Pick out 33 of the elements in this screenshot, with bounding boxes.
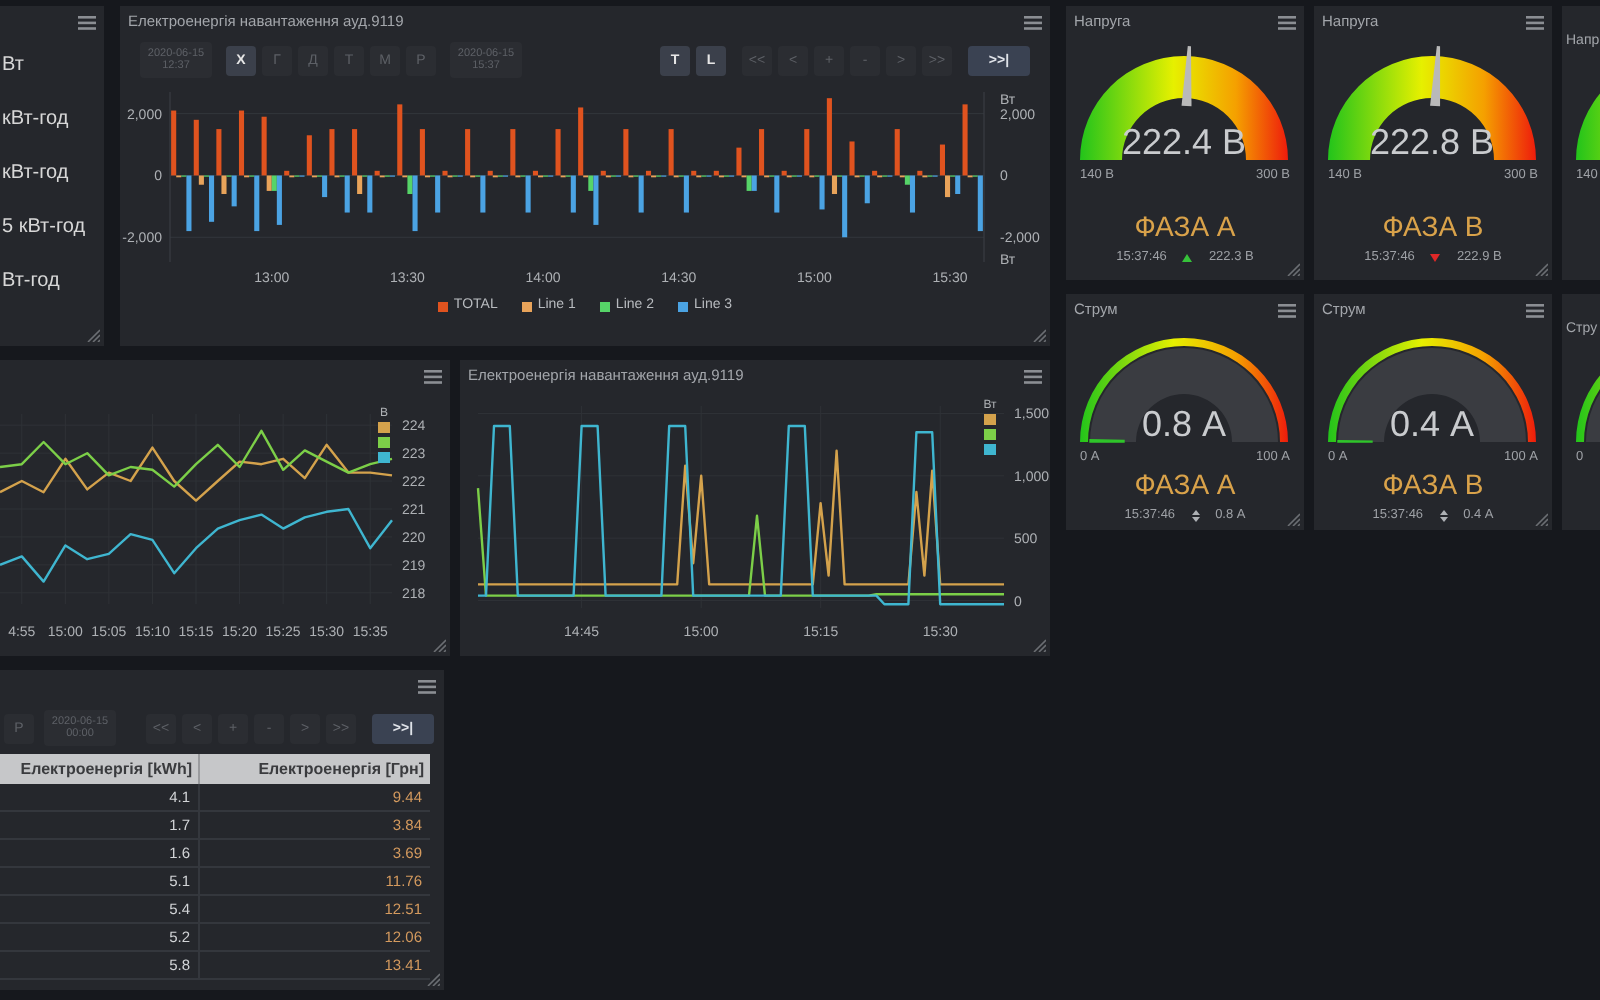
resize-grip-icon[interactable]	[1032, 328, 1046, 342]
phase-label: ФАЗА В	[1380, 210, 1486, 242]
reading-value: Вт-год	[2, 268, 62, 296]
menu-icon[interactable]	[1278, 303, 1296, 317]
reading-value: Вт	[2, 52, 26, 80]
menu-icon[interactable]	[1278, 15, 1296, 29]
gauge-value: 0.4 А	[1389, 404, 1475, 444]
menu-icon[interactable]	[418, 679, 436, 693]
menu-icon[interactable]	[424, 369, 442, 383]
resize-grip-icon[interactable]	[1534, 512, 1548, 526]
reading-value: кВт-год	[2, 160, 71, 188]
resize-grip-icon[interactable]	[86, 328, 100, 342]
menu-icon[interactable]	[1526, 15, 1544, 29]
menu-icon[interactable]	[1024, 15, 1042, 29]
resize-grip-icon[interactable]	[1032, 638, 1046, 652]
resize-grip-icon[interactable]	[426, 972, 440, 986]
gauge-value: 222.8 В	[1369, 122, 1495, 162]
menu-icon[interactable]	[1024, 369, 1042, 383]
resize-grip-icon[interactable]	[432, 638, 446, 652]
phase-label: ФАЗА В	[1380, 468, 1486, 500]
gauge-value: 222.4 В	[1121, 122, 1247, 162]
column-header[interactable]: Електроенергія [Грн]	[200, 754, 430, 784]
reading-value: кВт-год	[2, 106, 71, 134]
resize-grip-icon[interactable]	[1286, 512, 1300, 526]
resize-grip-icon[interactable]	[1534, 262, 1548, 276]
column-header[interactable]: Електроенергія [kWh]	[0, 754, 200, 784]
phase-label: ФАЗА А	[1132, 210, 1238, 242]
reading-value: 5 кВт-год	[2, 214, 88, 242]
menu-icon[interactable]	[78, 15, 96, 29]
menu-icon[interactable]	[1526, 303, 1544, 317]
resize-grip-icon[interactable]	[1286, 262, 1300, 276]
phase-label: ФАЗА А	[1132, 468, 1238, 500]
gauge-value: 0.8 А	[1141, 404, 1227, 444]
